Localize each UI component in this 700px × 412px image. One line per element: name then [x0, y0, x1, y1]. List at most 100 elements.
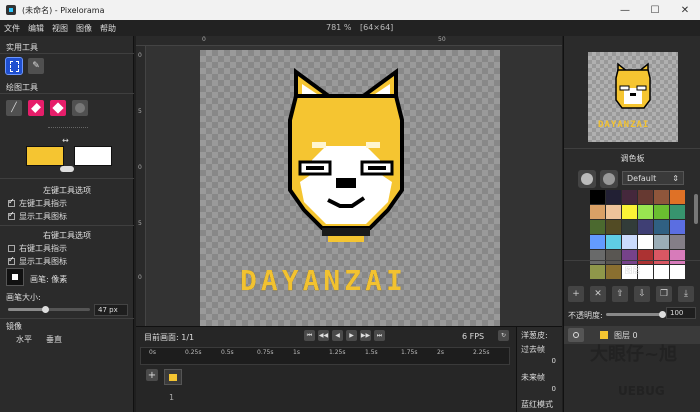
menu-file[interactable]: 文件: [4, 23, 20, 34]
palette-swatch[interactable]: [606, 220, 621, 234]
add-layer-button[interactable]: +: [568, 286, 584, 302]
current-frame-label: 目前画面: 1/1: [144, 333, 195, 342]
palette-swatch[interactable]: [590, 235, 605, 249]
palette-swatch[interactable]: [622, 235, 637, 249]
copy-icon: ❐: [659, 289, 669, 299]
palette-swatch[interactable]: [638, 250, 653, 264]
brush-size-slider-knob[interactable]: [41, 306, 49, 313]
palette-swatch[interactable]: [622, 205, 637, 219]
frame-number: 1: [169, 393, 175, 402]
palette-swatch[interactable]: [590, 220, 605, 234]
mirror-vertical-toggle[interactable]: 垂直: [46, 334, 62, 345]
eraser-tool-button[interactable]: [28, 100, 44, 116]
close-button[interactable]: ✕: [670, 0, 700, 20]
edit-palette-button[interactable]: [600, 170, 618, 188]
last-frame-button[interactable]: ⏭: [374, 330, 385, 341]
play-icon: ▶: [349, 332, 354, 339]
palette-scrollbar[interactable]: [694, 194, 698, 224]
first-frame-button[interactable]: ⏮: [304, 330, 315, 341]
shading-tool-button[interactable]: [72, 100, 88, 116]
palette-swatch[interactable]: [638, 190, 653, 204]
right-indicator-checkbox[interactable]: 右键工具指示: [8, 243, 67, 254]
utility-tools-title: 实用工具: [6, 43, 38, 52]
palette-swatch[interactable]: [622, 190, 637, 204]
left-show-icon-checkbox[interactable]: 显示工具图标: [8, 210, 67, 222]
palette-swatch[interactable]: [590, 205, 605, 219]
palette-swatch[interactable]: [590, 250, 605, 264]
brush-size-input[interactable]: 47 px: [94, 304, 128, 316]
add-layer-timeline-button[interactable]: +: [146, 369, 158, 381]
palette-swatch[interactable]: [606, 205, 621, 219]
bucket-tool-button[interactable]: [50, 100, 66, 116]
reset-colors-toggle[interactable]: [60, 166, 74, 172]
palette-swatch[interactable]: [670, 220, 685, 234]
menu-view[interactable]: 视图: [52, 23, 68, 34]
fps-value[interactable]: 6 FPS: [462, 332, 484, 341]
ruler-tick-label: 50: [438, 36, 446, 43]
left-indicator-checkbox[interactable]: 左键工具指示: [8, 197, 67, 209]
menu-bar: 文件 编辑 视图 图像 帮助 781 % [64×64]: [0, 20, 700, 36]
clone-layer-button[interactable]: ❐: [656, 286, 672, 302]
pencil-tool-button[interactable]: ╱: [6, 100, 22, 116]
palette-swatch[interactable]: [654, 190, 669, 204]
move-layer-up-button[interactable]: ⇧: [612, 286, 628, 302]
menu-help[interactable]: 帮助: [100, 23, 116, 34]
menu-image[interactable]: 图像: [76, 23, 92, 34]
palette-swatch[interactable]: [606, 190, 621, 204]
right-color-swatch[interactable]: [74, 146, 112, 166]
maximize-button[interactable]: ☐: [640, 0, 670, 20]
canvas-viewport[interactable]: 0 50 0 5 0 5 0 DAYANZAI: [136, 36, 562, 326]
palette-swatch[interactable]: [670, 190, 685, 204]
blue-red-mode-toggle[interactable]: 蓝红模式: [521, 399, 553, 410]
opacity-label: 不透明度:: [568, 311, 603, 320]
palette-swatch[interactable]: [670, 250, 685, 264]
add-palette-button[interactable]: [578, 170, 596, 188]
step-back-icon: ◀◀: [318, 332, 329, 339]
future-frames-value[interactable]: 0: [552, 385, 556, 393]
color-picker-tool-button[interactable]: ✎: [28, 58, 44, 74]
palette-select[interactable]: Default ⇕: [622, 171, 684, 185]
palette-swatch[interactable]: [654, 220, 669, 234]
drawing-canvas[interactable]: DAYANZAI: [200, 50, 500, 326]
palette-swatch[interactable]: [654, 235, 669, 249]
past-frames-value[interactable]: 0: [552, 357, 556, 365]
loop-button[interactable]: ↻: [498, 330, 509, 341]
left-color-swatch[interactable]: [26, 146, 64, 166]
palette-swatch[interactable]: [638, 205, 653, 219]
palette-swatch[interactable]: [606, 250, 621, 264]
minimize-button[interactable]: —: [610, 0, 640, 20]
palette-swatch[interactable]: [654, 250, 669, 264]
palette-swatch[interactable]: [590, 190, 605, 204]
palette-swatch[interactable]: [622, 220, 637, 234]
eye-icon: [573, 332, 579, 338]
palette-swatch[interactable]: [670, 235, 685, 249]
palette-swatch[interactable]: [638, 235, 653, 249]
layer-visibility-toggle[interactable]: [568, 328, 584, 342]
divider: [0, 318, 134, 319]
canvas-preview: DAYANZAI: [588, 52, 678, 142]
palette-swatch[interactable]: [654, 205, 669, 219]
prev-frame-button[interactable]: ◀◀: [318, 330, 329, 341]
swap-colors-icon[interactable]: ↔: [62, 136, 69, 145]
remove-layer-button[interactable]: ✕: [590, 286, 606, 302]
palette-swatch[interactable]: [622, 250, 637, 264]
opacity-input[interactable]: 100: [666, 307, 696, 319]
rect-select-tool-button[interactable]: [5, 57, 23, 75]
timeline-ruler[interactable]: 0s 0.25s 0.5s 0.75s 1s 1.25s 1.5s 1.75s …: [140, 347, 510, 365]
mirror-horizontal-toggle[interactable]: 水平: [16, 334, 32, 345]
palette-swatch[interactable]: [638, 220, 653, 234]
next-frame-button[interactable]: ▶▶: [360, 330, 371, 341]
frame-cell[interactable]: [164, 369, 182, 385]
merge-layer-button[interactable]: ⤓: [678, 286, 694, 302]
brush-preview[interactable]: [6, 268, 24, 286]
move-layer-down-button[interactable]: ⇩: [634, 286, 650, 302]
play-button[interactable]: ▶: [346, 330, 357, 341]
right-show-icon-checkbox[interactable]: 显示工具图标: [8, 255, 67, 267]
opacity-slider[interactable]: [606, 313, 662, 316]
menu-edit[interactable]: 编辑: [28, 23, 44, 34]
palette-swatch[interactable]: [670, 205, 685, 219]
play-backwards-button[interactable]: ◀: [332, 330, 343, 341]
palette-swatch[interactable]: [606, 235, 621, 249]
panel-grip[interactable]: [48, 127, 88, 130]
opacity-slider-knob[interactable]: [659, 311, 666, 318]
